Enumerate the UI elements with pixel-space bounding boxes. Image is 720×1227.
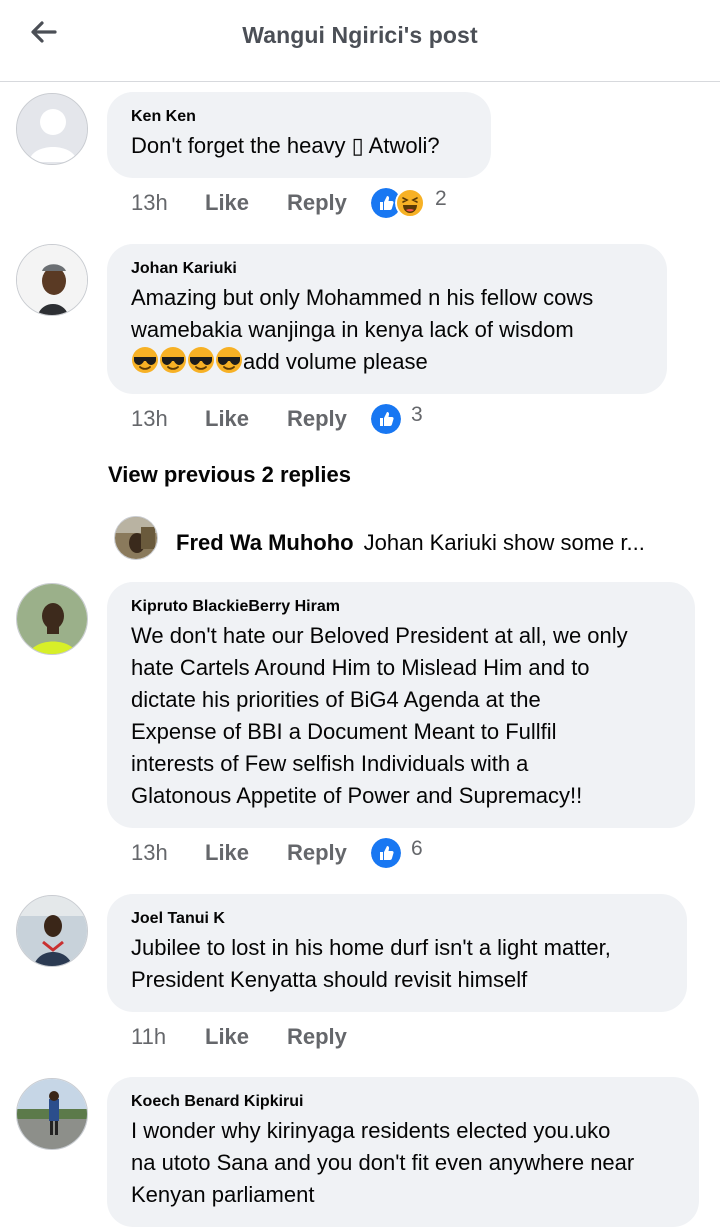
- avatar[interactable]: [16, 93, 88, 165]
- comment-text: Amazing but only Mohammed n his fellow c…: [131, 282, 643, 378]
- reply-preview[interactable]: Fred Wa Muhoho Johan Kariuki show some r.…: [114, 516, 714, 560]
- comment-text-line: Jubilee to lost in his home durf isn't a…: [131, 935, 611, 960]
- comment-author[interactable]: Koech Benard Kipkirui: [131, 1091, 675, 1113]
- sunglasses-emoji-icon: [131, 347, 159, 374]
- reaction-summary[interactable]: 6: [371, 837, 423, 868]
- comment-actions: 13h Like Reply 6: [131, 837, 423, 868]
- comment-text-line: Glatonous Appetite of Power and Supremac…: [131, 783, 583, 808]
- sunglasses-emoji-icon: [159, 347, 187, 374]
- comment-actions: 11h Like Reply: [131, 1024, 371, 1050]
- comment-time: 11h: [131, 1024, 167, 1049]
- comment-bubble[interactable]: Koech Benard Kipkirui I wonder why kirin…: [107, 1077, 699, 1227]
- view-previous-replies-link[interactable]: View previous 2 replies: [108, 462, 351, 488]
- comment-text-line: wamebakia wanjinga in kenya lack of wisd…: [131, 317, 574, 342]
- comment-text-line: I wonder why kirinyaga residents elected…: [131, 1118, 611, 1143]
- avatar[interactable]: [16, 895, 88, 967]
- like-button[interactable]: Like: [205, 1024, 287, 1050]
- haha-reaction-icon: [395, 188, 425, 218]
- comment-text-line: na utoto Sana and you don't fit even any…: [131, 1150, 635, 1175]
- comment-text-line: Amazing but only Mohammed n his fellow c…: [131, 285, 594, 310]
- comment-author[interactable]: Johan Kariuki: [131, 258, 643, 280]
- comment-text-tail: add volume please: [243, 349, 428, 374]
- sunglasses-emoji-icon: [187, 347, 215, 374]
- like-reaction-icon: [371, 838, 401, 868]
- reaction-summary[interactable]: 3: [371, 403, 423, 434]
- sunglasses-emoji-icon: [215, 347, 243, 374]
- like-button[interactable]: Like: [205, 840, 287, 866]
- comment-actions: 13h Like Reply 2: [131, 187, 447, 218]
- reply-button[interactable]: Reply: [287, 406, 371, 432]
- comment-text-line: dictate his priorities of BiG4 Agenda at…: [131, 687, 541, 712]
- comment-time: 13h: [131, 406, 168, 431]
- comment-text: I wonder why kirinyaga residents elected…: [131, 1115, 675, 1211]
- reaction-count: 2: [435, 187, 447, 210]
- reaction-summary[interactable]: 2: [371, 187, 447, 218]
- avatar[interactable]: [16, 1078, 88, 1150]
- comment-time: 13h: [131, 190, 168, 215]
- comment-text-line: We don't hate our Beloved President at a…: [131, 623, 628, 648]
- avatar[interactable]: [16, 583, 88, 655]
- comment-bubble[interactable]: Kipruto BlackieBerry Hiram We don't hate…: [107, 582, 695, 828]
- comment-bubble[interactable]: Ken Ken Don't forget the heavy ▯ Atwoli?: [107, 92, 491, 178]
- reaction-count: 3: [411, 403, 423, 426]
- like-button[interactable]: Like: [205, 406, 287, 432]
- reply-button[interactable]: Reply: [287, 1024, 371, 1050]
- reply-snippet: Johan Kariuki show some r...: [363, 530, 645, 555]
- comment-time: 13h: [131, 840, 168, 865]
- comment-author[interactable]: Joel Tanui K: [131, 908, 663, 930]
- comment-author[interactable]: Kipruto BlackieBerry Hiram: [131, 596, 671, 618]
- like-reaction-icon: [371, 404, 401, 434]
- avatar[interactable]: [114, 516, 158, 560]
- like-button[interactable]: Like: [205, 190, 287, 216]
- comment-bubble[interactable]: Joel Tanui K Jubilee to lost in his home…: [107, 894, 687, 1012]
- comment-actions: 13h Like Reply 3: [131, 403, 423, 434]
- reply-button[interactable]: Reply: [287, 190, 371, 216]
- reply-author[interactable]: Fred Wa Muhoho: [176, 530, 354, 555]
- comment-text-line: President Kenyatta should revisit himsel…: [131, 967, 528, 992]
- page-title: Wangui Ngirici's post: [242, 22, 478, 48]
- comment-text: Don't forget the heavy ▯ Atwoli?: [131, 133, 440, 158]
- comment-bubble[interactable]: Johan Kariuki Amazing but only Mohammed …: [107, 244, 667, 394]
- top-bar: Wangui Ngirici's post: [0, 0, 720, 82]
- reply-preview-text: Fred Wa Muhoho Johan Kariuki show some r.…: [176, 530, 716, 556]
- comment-text-line: Kenyan parliament: [131, 1182, 315, 1207]
- comment-text-line: add volume please: [131, 346, 643, 378]
- comment-text: We don't hate our Beloved President at a…: [131, 620, 671, 812]
- comment-text-line: hate Cartels Around Him to Mislead Him a…: [131, 655, 590, 680]
- avatar[interactable]: [16, 244, 88, 316]
- reaction-count: 6: [411, 837, 423, 860]
- comment-text: Jubilee to lost in his home durf isn't a…: [131, 932, 663, 996]
- comment-text-line: interests of Few selfish Individuals wit…: [131, 751, 529, 776]
- comment-author[interactable]: Ken Ken: [131, 106, 467, 128]
- comment-text-line: Expense of BBI a Document Meant to Fullf…: [131, 719, 557, 744]
- reply-button[interactable]: Reply: [287, 840, 371, 866]
